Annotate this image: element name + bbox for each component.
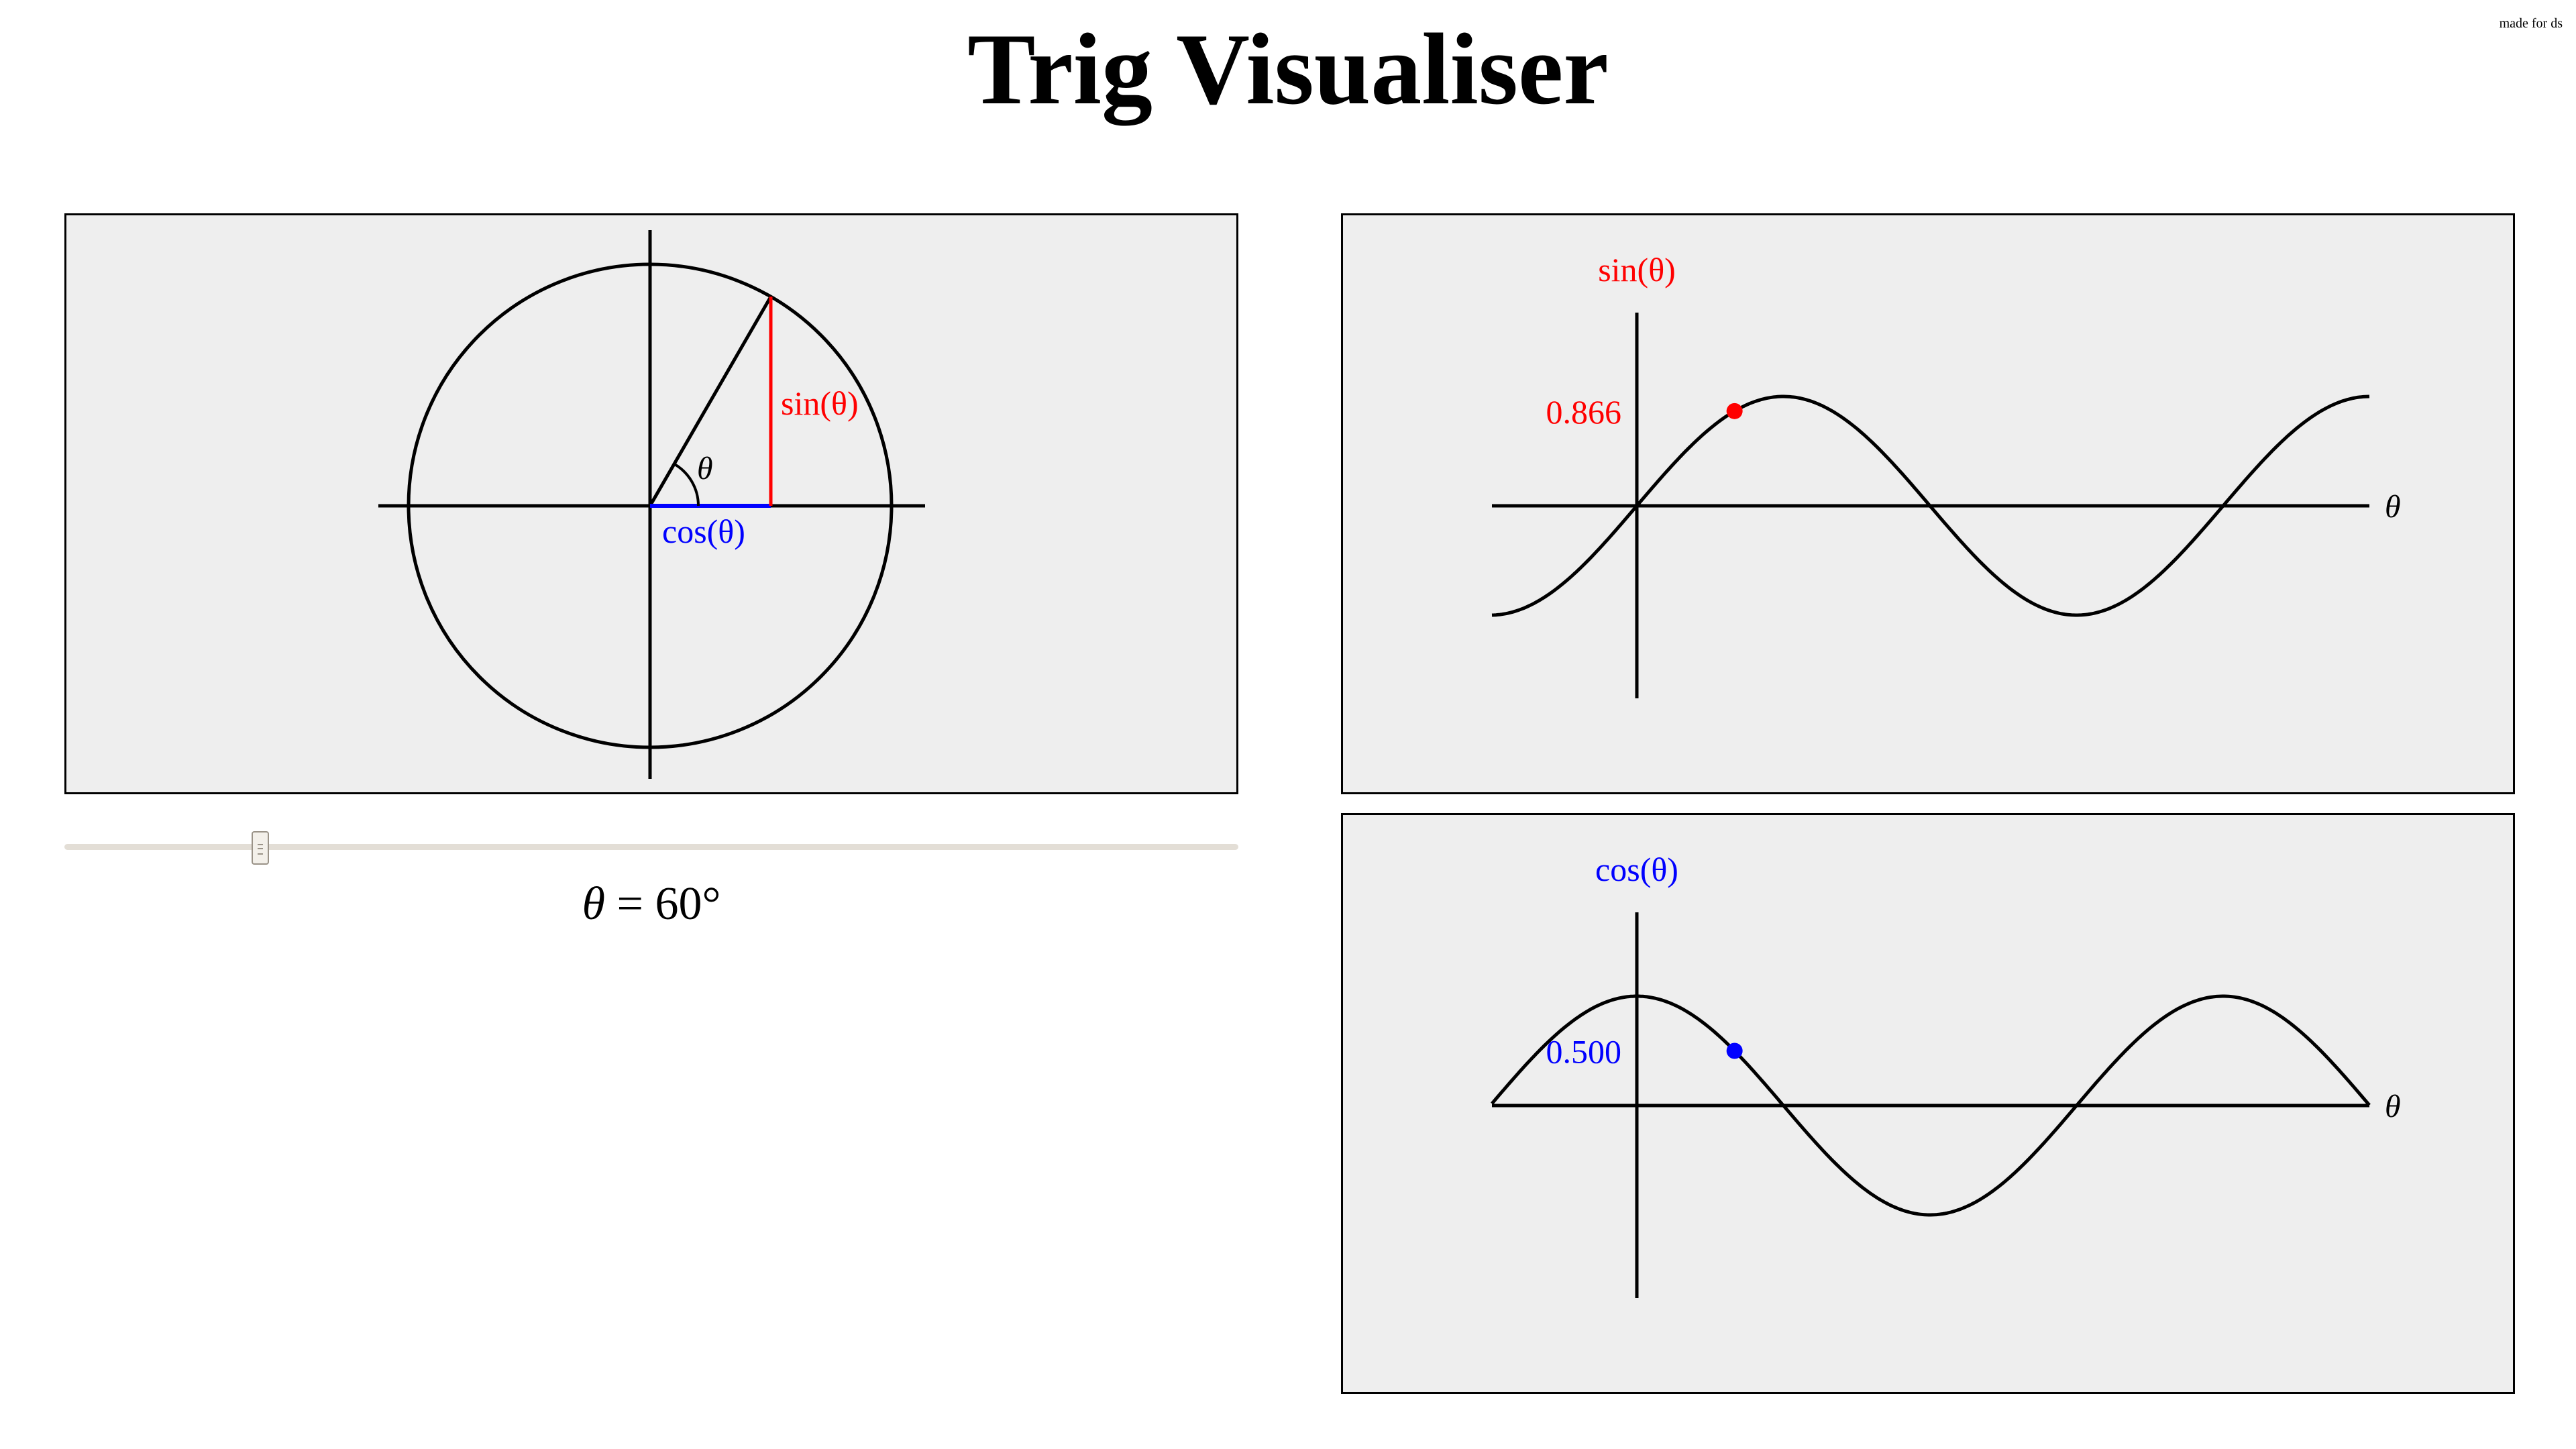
cos-graph-panel: cos(θ) θ 0.500 <box>1341 813 2515 1394</box>
cos-graph: cos(θ) θ 0.500 <box>1491 851 2401 1298</box>
sin-theta-axis-label: θ <box>2385 489 2401 525</box>
slider-track[interactable] <box>64 844 1238 850</box>
sin-point <box>1726 402 1743 419</box>
theta-value: 60° <box>655 878 721 930</box>
theta-readout: θ = 60° <box>64 877 1238 931</box>
circle-sin-label: sin(θ) <box>781 384 859 422</box>
readout-equals: = <box>604 878 655 930</box>
sin-graph-panel: sin(θ) θ 0.866 <box>1341 213 2515 794</box>
cos-theta-axis-label: θ <box>2385 1089 2401 1124</box>
sin-value-label: 0.866 <box>1546 393 1622 431</box>
theta-slider[interactable] <box>64 831 1238 865</box>
sin-axis-label: sin(θ) <box>1598 251 1676 288</box>
angle-theta-label: θ <box>697 451 713 486</box>
unit-circle-panel: θ sin(θ) cos(θ) <box>64 213 1238 794</box>
cos-axis-label: cos(θ) <box>1595 851 1678 888</box>
sin-graph: sin(θ) θ 0.866 <box>1491 251 2401 698</box>
angle-arc <box>673 462 700 506</box>
cos-value-label: 0.500 <box>1546 1033 1622 1071</box>
circle-cos-label: cos(θ) <box>662 513 745 550</box>
page-title: Trig Visualiser <box>967 13 1609 125</box>
slider-thumb[interactable] <box>251 831 269 865</box>
theta-symbol: θ <box>582 878 605 930</box>
cos-point <box>1726 1042 1743 1059</box>
unit-circle-diagram: θ sin(θ) cos(θ) <box>378 230 925 779</box>
